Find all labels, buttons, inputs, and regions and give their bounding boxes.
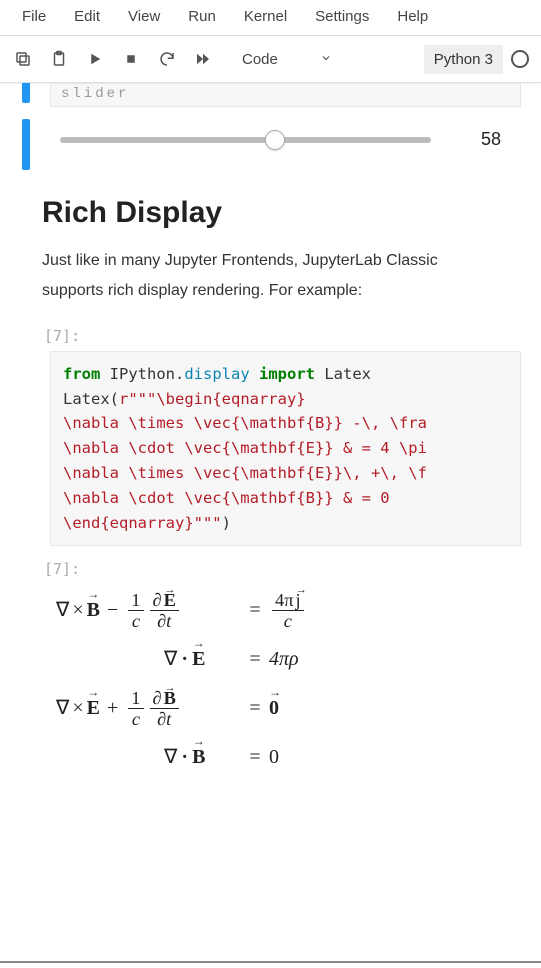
- cell-selection-bar: [22, 119, 30, 170]
- slider-widget[interactable]: [60, 137, 431, 143]
- stop-icon[interactable]: [114, 42, 148, 76]
- kernel-name[interactable]: Python 3: [424, 45, 503, 74]
- code-text: Latex: [315, 365, 371, 383]
- cell-type-select[interactable]: Code: [232, 47, 342, 72]
- code-str: r"""\begin{eqnarray}: [119, 390, 306, 408]
- prev-cell-fragment: slider: [0, 83, 541, 107]
- code-str: \nabla \cdot \vec{\mathbf{E}} & = 4 \pi: [63, 439, 427, 457]
- input-prompt: [7]:: [44, 327, 541, 345]
- equation-4: B = 0: [56, 733, 521, 782]
- equation-1: B 1c Et = 4πjc: [56, 586, 521, 635]
- heading-rich-display: Rich Display: [42, 196, 499, 230]
- code-str: \end{eqnarray}""": [63, 514, 222, 532]
- prev-output-text: slider: [50, 83, 521, 107]
- intro-paragraph: Just like in many Jupyter Frontends, Jup…: [42, 246, 499, 307]
- output-prompt: [7]:: [44, 560, 541, 578]
- code-cell[interactable]: from IPython.display import Latex Latex(…: [50, 351, 521, 547]
- slider-value: 58: [481, 129, 501, 150]
- equation-2: E = 4πρ: [56, 635, 521, 684]
- code-mod: IPython: [110, 365, 175, 383]
- menu-help[interactable]: Help: [383, 2, 442, 31]
- menu-settings[interactable]: Settings: [301, 2, 383, 31]
- notebook-content: slider 58 Rich Display Just like in many…: [0, 83, 541, 968]
- cell-selection-bar: [22, 83, 30, 103]
- code-text: ): [222, 514, 231, 532]
- paste-icon[interactable]: [42, 42, 76, 76]
- equation-3: E 1c Bt = 0: [56, 684, 521, 733]
- code-text: [100, 365, 109, 383]
- slider-cell: 58: [0, 111, 541, 178]
- latex-output: B 1c Et = 4πjc E = 4πρ E 1c Bt: [56, 586, 521, 782]
- cell-type-label: Code: [242, 51, 278, 68]
- menu-edit[interactable]: Edit: [60, 2, 114, 31]
- code-str: \nabla \times \vec{\mathbf{E}}\, +\, \f: [63, 464, 427, 482]
- menu-kernel[interactable]: Kernel: [230, 2, 301, 31]
- code-text: .: [175, 365, 184, 383]
- restart-icon[interactable]: [150, 42, 184, 76]
- code-kw: from: [63, 365, 100, 383]
- code-str: \nabla \times \vec{\mathbf{B}} -\, \fra: [63, 414, 427, 432]
- copy-icon[interactable]: [6, 42, 40, 76]
- chevron-down-icon: [320, 51, 332, 68]
- run-icon[interactable]: [78, 42, 112, 76]
- menubar: File Edit View Run Kernel Settings Help: [0, 0, 541, 36]
- menu-run[interactable]: Run: [174, 2, 230, 31]
- code-text: Latex(: [63, 390, 119, 408]
- code-mod: display: [184, 365, 249, 383]
- slider-thumb[interactable]: [265, 130, 285, 150]
- menu-file[interactable]: File: [8, 2, 60, 31]
- kernel-status-icon[interactable]: [511, 50, 529, 68]
- toolbar: Code Python 3: [0, 36, 541, 83]
- fast-forward-icon[interactable]: [186, 42, 220, 76]
- code-str: \nabla \cdot \vec{\mathbf{B}} & = 0: [63, 489, 390, 507]
- code-kw: import: [259, 365, 315, 383]
- code-text: [250, 365, 259, 383]
- menu-view[interactable]: View: [114, 2, 174, 31]
